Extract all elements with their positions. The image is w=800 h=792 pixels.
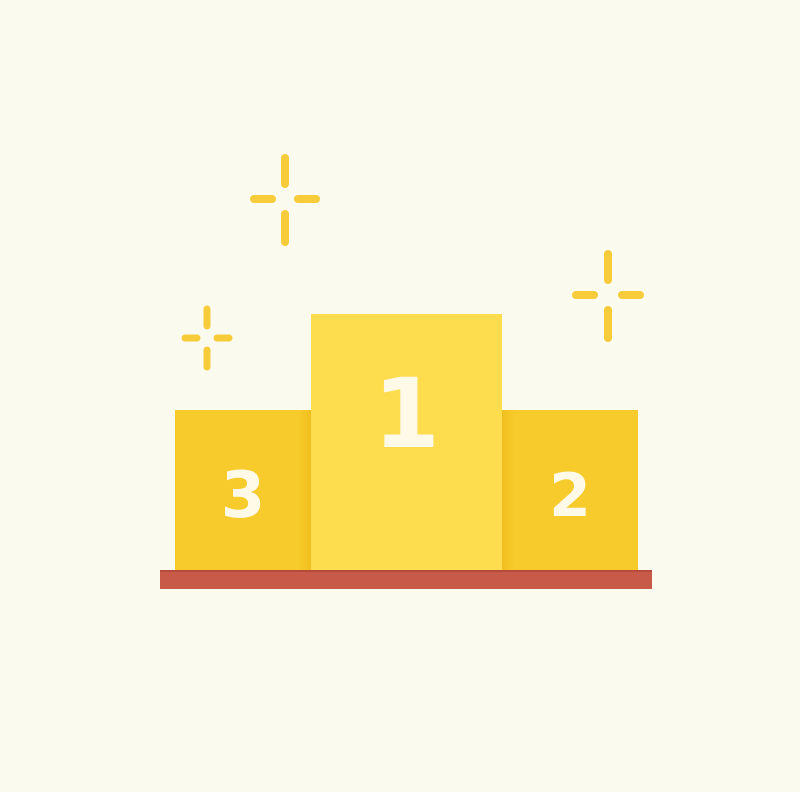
podium-second-place: 2 (502, 410, 638, 570)
podium-shadow-left (299, 410, 311, 570)
podium-third-place: 3 (175, 410, 311, 570)
podium-base (160, 570, 652, 589)
sparkle-icon-right (572, 250, 644, 342)
sparkle-icon-large (250, 154, 320, 246)
third-place-number: 3 (220, 459, 266, 533)
podium-shadow-right (502, 410, 514, 570)
second-place-number: 2 (549, 461, 591, 531)
podium-first-place: 1 (311, 314, 502, 570)
sparkle-icon-small (181, 305, 233, 371)
first-place-number: 1 (373, 358, 440, 470)
podium-illustration: 3 2 1 (0, 0, 800, 792)
